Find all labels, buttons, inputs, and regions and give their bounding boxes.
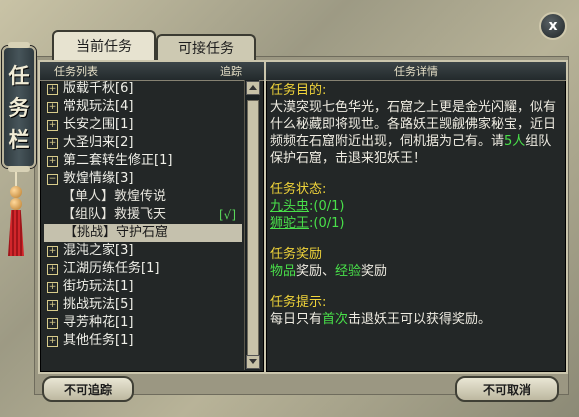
category-label: 常规玩法[4] [63, 99, 134, 114]
task-detail-header: 任务详情 [266, 62, 566, 81]
category-label: 长安之围[1] [63, 117, 134, 132]
title-char: 栏 [8, 128, 30, 152]
cancel-task-button[interactable]: 不可取消 [455, 376, 559, 402]
untrack-button[interactable]: 不可追踪 [42, 376, 134, 402]
status-count: :(0/1) [309, 199, 345, 214]
status-row: 狮驼王:(0/1) [270, 215, 558, 232]
reward-heading: 任务奖励 [270, 247, 323, 262]
expand-plus-icon[interactable]: + [47, 264, 58, 275]
hint-line: 每日只有首次击退妖王可以获得奖励。 [270, 311, 558, 328]
expand-plus-icon[interactable]: + [47, 156, 58, 167]
expand-plus-icon[interactable]: + [47, 318, 58, 329]
window-title: 任 务 栏 [7, 60, 31, 156]
bead-ornament [10, 198, 22, 210]
task-detail-title: 任务详情 [394, 65, 438, 78]
task-category[interactable]: + 第二套转生修正[1] [42, 152, 242, 170]
category-label: 街坊玩法[1] [63, 279, 134, 294]
title-char: 务 [8, 96, 30, 120]
expand-plus-icon[interactable]: + [47, 282, 58, 293]
task-list-scrollbar[interactable] [244, 80, 260, 370]
tab-label: 可接任务 [178, 41, 234, 57]
category-label: 挑战玩法[5] [63, 297, 134, 312]
expand-plus-icon[interactable]: + [47, 336, 58, 347]
category-label: 江湖历练任务[1] [63, 261, 160, 276]
task-category[interactable]: + 版载千秋[6] [42, 80, 242, 98]
reward-text: 奖励 [361, 264, 388, 279]
scroll-down-button[interactable] [246, 355, 260, 369]
category-label: 版载千秋[6] [63, 81, 134, 96]
expand-plus-icon[interactable]: + [47, 138, 58, 149]
title-char: 任 [8, 64, 30, 88]
banner-cap [8, 166, 30, 172]
category-label: 大圣归来[2] [63, 135, 134, 150]
task-category[interactable]: + 挑战玩法[5] [42, 296, 242, 314]
task-category-expanded[interactable]: − 敦煌情缘[3] [42, 170, 242, 188]
arrow-down-icon [249, 359, 257, 364]
category-label: 寻芳种花[1] [63, 315, 134, 330]
goal-heading: 任务目的: [270, 83, 327, 98]
expand-plus-icon[interactable]: + [47, 120, 58, 131]
close-button[interactable]: x [539, 12, 567, 40]
expand-plus-icon[interactable]: + [47, 300, 58, 311]
expand-plus-icon[interactable]: + [47, 246, 58, 257]
tab-current-tasks[interactable]: 当前任务 [52, 30, 156, 60]
tab-available-tasks[interactable]: 可接任务 [156, 34, 256, 60]
task-category[interactable]: + 常规玩法[4] [42, 98, 242, 116]
hint-heading: 任务提示: [270, 295, 327, 310]
expand-plus-icon[interactable]: + [47, 102, 58, 113]
close-icon: x [548, 18, 558, 34]
task-category[interactable]: + 大圣归来[2] [42, 134, 242, 152]
task-category[interactable]: + 寻芳种花[1] [42, 314, 242, 332]
task-category[interactable]: + 江湖历练任务[1] [42, 260, 242, 278]
scroll-up-button[interactable] [246, 81, 260, 95]
bead-ornament [10, 186, 22, 198]
untrack-label: 不可追踪 [63, 382, 112, 397]
scroll-thumb[interactable] [247, 100, 259, 357]
category-label: 混沌之家[3] [63, 243, 134, 258]
reward-text: 奖励、 [296, 264, 336, 279]
status-heading: 任务状态: [270, 182, 327, 197]
task-category[interactable]: + 长安之围[1] [42, 116, 242, 134]
task-item[interactable]: 【组队】救援飞天 [√] [42, 206, 242, 224]
category-label: 第二套转生修正[1] [63, 153, 173, 168]
hint-highlight: 首次 [322, 312, 349, 327]
goal-highlight: 5人 [504, 134, 526, 149]
arrow-up-icon [249, 85, 257, 90]
task-detail-content: 任务目的: 大漠突现七色华光，石窟之上更是金光闪耀，似有什么秘藏即将现世。各路妖… [270, 82, 558, 328]
hint-text: 击退妖王可以获得奖励。 [348, 312, 492, 327]
expand-plus-icon[interactable]: + [47, 84, 58, 95]
collapse-minus-icon[interactable]: − [47, 174, 58, 185]
task-label: 【挑战】守护石窟 [64, 225, 169, 240]
task-item[interactable]: 【单人】敦煌传说 [42, 188, 242, 206]
category-label: 敦煌情缘[3] [63, 171, 134, 186]
task-category[interactable]: + 街坊玩法[1] [42, 278, 242, 296]
target-link[interactable]: 九头虫 [270, 199, 309, 214]
tab-label: 当前任务 [76, 39, 132, 55]
track-column-title: 追踪 [220, 65, 242, 78]
task-label: 【组队】救援飞天 [62, 207, 167, 222]
goal-description: 大漠突现七色华光，石窟之上更是金光闪耀，似有什么秘藏即将现世。各路妖王觊觎佛家秘… [270, 99, 558, 167]
cancel-label: 不可取消 [482, 382, 531, 397]
task-category[interactable]: + 其他任务[1] [42, 332, 242, 350]
reward-item-link[interactable]: 物品 [270, 264, 296, 279]
banner-cap [8, 42, 30, 48]
task-list-header: 任务列表 追踪 [40, 62, 264, 81]
task-category[interactable]: + 混沌之家[3] [42, 242, 242, 260]
status-count: :(0/1) [309, 216, 345, 231]
task-label: 【单人】敦煌传说 [62, 189, 167, 204]
hint-text: 每日只有 [270, 312, 323, 327]
task-list: + 版载千秋[6] + 常规玩法[4] + 长安之围[1] + 大圣归来[2] + 第二套… [42, 80, 242, 350]
task-item-selected[interactable]: 【挑战】守护石窟 [44, 224, 242, 242]
window-title-banner: 任 务 栏 [2, 42, 36, 172]
task-list-title: 任务列表 [54, 65, 98, 78]
target-link[interactable]: 狮驼王 [270, 216, 309, 231]
category-label: 其他任务[1] [63, 333, 134, 348]
reward-line: 物品奖励、经验奖励 [270, 263, 558, 280]
reward-exp-link[interactable]: 经验 [335, 264, 361, 279]
status-row: 九头虫:(0/1) [270, 198, 558, 215]
tracked-check-icon[interactable]: [√] [219, 206, 236, 224]
